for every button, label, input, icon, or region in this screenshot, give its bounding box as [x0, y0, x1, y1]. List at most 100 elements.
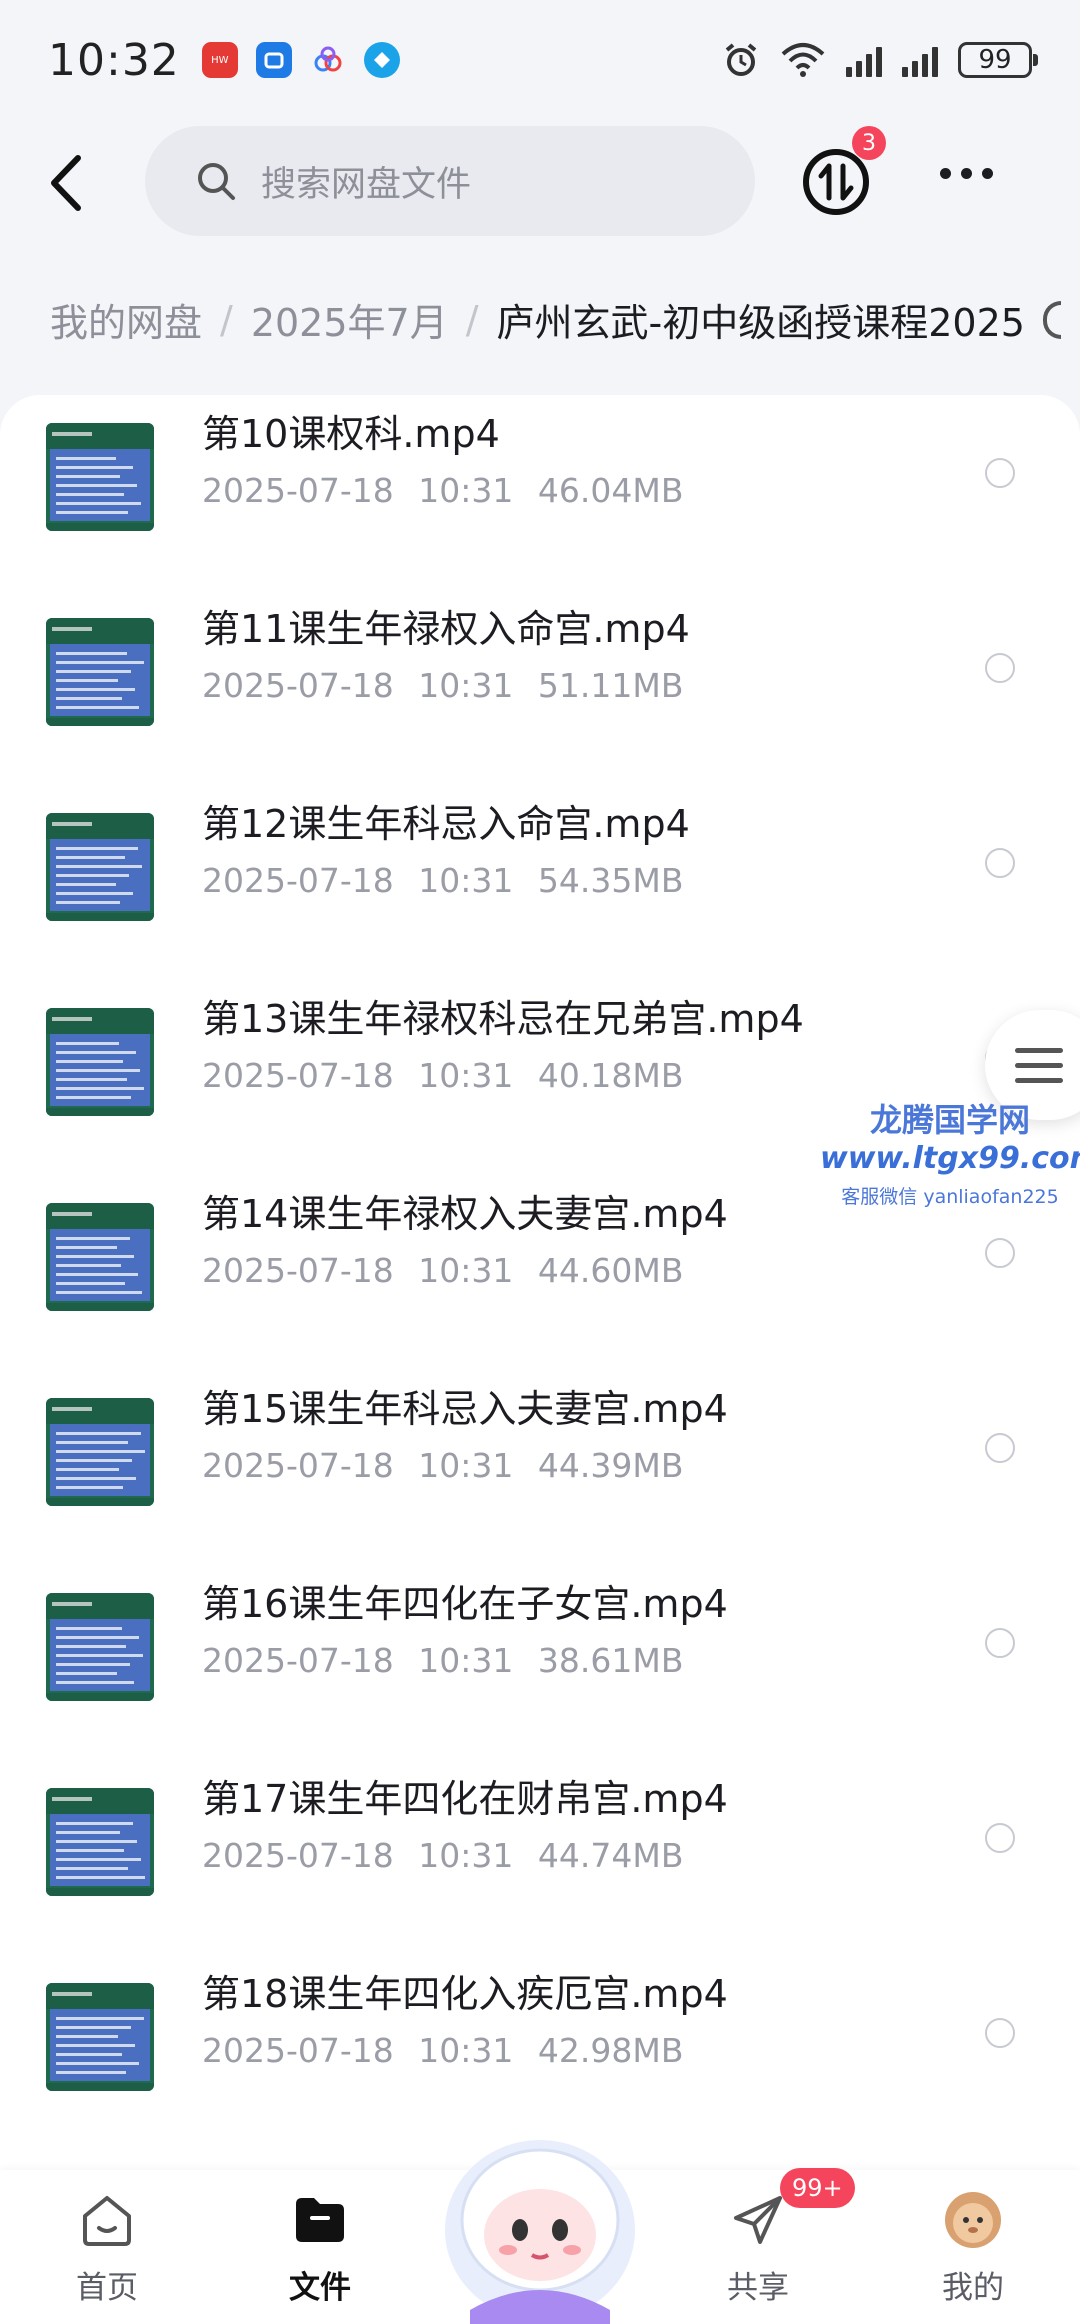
avatar: [945, 2192, 1001, 2248]
video-thumbnail: [46, 1983, 154, 2091]
select-radio[interactable]: [985, 458, 1015, 488]
file-time: 10:31: [418, 1056, 514, 1095]
status-bar: 10:32 HW 99: [0, 0, 1080, 120]
watermark: 龙腾国学网 www.ltgx99.com 客服微信 yanliaofan225: [820, 1095, 1080, 1209]
status-time: 10:32: [48, 34, 180, 86]
search-placeholder: 搜索网盘文件: [261, 164, 472, 205]
video-thumbnail: [46, 423, 154, 531]
file-size: 44.60MB: [537, 1251, 684, 1290]
video-thumbnail: [46, 1398, 154, 1506]
file-name: 第18课生年四化入疾厄宫.mp4: [202, 1972, 728, 2016]
file-date: 2025-07-18: [202, 471, 394, 510]
breadcrumb-separator: /: [220, 297, 233, 342]
alarm-icon: [725, 43, 757, 76]
browser-icon: [363, 42, 400, 78]
baidu-netdisk-icon: [310, 42, 346, 78]
file-time: 10:31: [418, 1251, 514, 1290]
select-radio[interactable]: [985, 1628, 1015, 1658]
breadcrumb-separator: /: [465, 297, 479, 342]
file-list-item[interactable]: 第17课生年四化在财帛宫.mp4 2025-07-18 10:31 44.74MB: [0, 1740, 1080, 1935]
watermark-url: www.ltgx99.com: [820, 1141, 1080, 1176]
file-meta: 2025-07-18 10:31 38.61MB: [202, 1641, 683, 1680]
file-size: 38.61MB: [537, 1641, 684, 1680]
file-size: 51.11MB: [537, 666, 684, 705]
file-list-item[interactable]: 第16课生年四化在子女宫.mp4 2025-07-18 10:31 38.61MB: [0, 1545, 1080, 1740]
watermark-title: 龙腾国学网: [869, 1101, 1030, 1139]
file-date: 2025-07-18: [202, 666, 394, 705]
file-time: 10:31: [418, 471, 514, 510]
nav-mine[interactable]: 我的: [908, 2190, 1038, 2307]
file-meta: 2025-07-18 10:31 42.98MB: [202, 2031, 683, 2070]
nav-files[interactable]: 文件: [255, 2190, 385, 2307]
nav-files-label: 文件: [289, 2270, 351, 2306]
file-meta: 2025-07-18 10:31 46.04MB: [202, 471, 683, 510]
select-radio[interactable]: [985, 848, 1015, 878]
more-options-icon[interactable]: [940, 168, 993, 179]
signal-2-icon: [902, 43, 938, 77]
file-date: 2025-07-18: [202, 1836, 394, 1875]
file-name: 第17课生年四化在财帛宫.mp4: [202, 1777, 728, 1821]
breadcrumb-overflow: [1042, 300, 1061, 339]
video-thumbnail: [46, 1203, 154, 1311]
video-thumbnail: [46, 1788, 154, 1896]
file-name: 第12课生年科忌入命宫.mp4: [202, 802, 690, 846]
breadcrumb-item-month[interactable]: 2025年7月: [251, 292, 448, 347]
file-time: 10:31: [418, 1641, 514, 1680]
file-list-item[interactable]: 第11课生年禄权入命宫.mp4 2025-07-18 10:31 51.11MB: [0, 570, 1080, 765]
search-icon: [198, 163, 235, 200]
file-date: 2025-07-18: [202, 2031, 394, 2070]
search-input[interactable]: 搜索网盘文件: [145, 126, 755, 236]
select-radio[interactable]: [985, 2018, 1015, 2048]
folder-icon: [296, 2198, 344, 2242]
file-size: 44.74MB: [537, 1836, 684, 1875]
file-time: 10:31: [418, 861, 514, 900]
signal-1-icon: [846, 43, 882, 77]
file-list-item[interactable]: 第10课权科.mp4 2025-07-18 10:31 46.04MB: [0, 395, 1080, 570]
file-time: 10:31: [418, 1446, 514, 1485]
select-radio[interactable]: [985, 653, 1015, 683]
file-time: 10:31: [418, 666, 514, 705]
file-meta: 2025-07-18 10:31 51.11MB: [202, 666, 683, 705]
file-name: 第11课生年禄权入命宫.mp4: [202, 607, 690, 651]
transfer-badge: 3: [852, 126, 886, 160]
file-name: 第10课权科.mp4: [202, 412, 500, 456]
file-name: 第13课生年禄权科忌在兄弟宫.mp4: [202, 997, 804, 1041]
select-radio[interactable]: [985, 1823, 1015, 1853]
file-meta: 2025-07-18 10:31 44.60MB: [202, 1251, 683, 1290]
file-size: 44.39MB: [537, 1446, 684, 1485]
file-date: 2025-07-18: [202, 861, 394, 900]
breadcrumb: 我的网盘 / 2025年7月 / 庐州玄武-初中级函授课程2025: [50, 292, 1080, 347]
file-list-item[interactable]: 第12课生年科忌入命宫.mp4 2025-07-18 10:31 54.35MB: [0, 765, 1080, 960]
file-date: 2025-07-18: [202, 1056, 394, 1095]
select-radio[interactable]: [985, 1433, 1015, 1463]
video-thumbnail: [46, 813, 154, 921]
file-time: 10:31: [418, 1836, 514, 1875]
file-name: 第15课生年科忌入夫妻宫.mp4: [202, 1387, 728, 1431]
video-thumbnail: [46, 1008, 154, 1116]
file-date: 2025-07-18: [202, 1446, 394, 1485]
file-name: 第16课生年四化在子女宫.mp4: [202, 1582, 728, 1626]
share-badge: 99+: [780, 2168, 855, 2208]
nav-home[interactable]: 首页: [42, 2190, 172, 2307]
notification-icons: HW: [201, 42, 400, 78]
breadcrumb-item-my-disk[interactable]: 我的网盘: [50, 292, 202, 347]
wifi-icon: [781, 43, 825, 77]
video-thumbnail: [46, 618, 154, 726]
ai-assistant-mascot[interactable]: [430, 2110, 650, 2324]
nav-share-label: 共享: [727, 2270, 789, 2306]
file-meta: 2025-07-18 10:31 44.74MB: [202, 1836, 683, 1875]
video-thumbnail: [46, 1593, 154, 1701]
file-size: 40.18MB: [537, 1056, 684, 1095]
file-name: 第14课生年禄权入夫妻宫.mp4: [202, 1192, 728, 1236]
paper-plane-icon: [734, 2196, 782, 2244]
file-list-item[interactable]: 第15课生年科忌入夫妻宫.mp4 2025-07-18 10:31 44.39MB: [0, 1350, 1080, 1545]
file-size: 46.04MB: [537, 471, 684, 510]
select-radio[interactable]: [985, 1238, 1015, 1268]
file-size: 54.35MB: [537, 861, 684, 900]
back-icon[interactable]: [40, 148, 100, 218]
file-meta: 2025-07-18 10:31 54.35MB: [202, 861, 683, 900]
pdd-icon: [255, 42, 292, 78]
file-date: 2025-07-18: [202, 1251, 394, 1290]
nav-mine-label: 我的: [942, 2270, 1004, 2306]
file-list-item[interactable]: 第18课生年四化入疾厄宫.mp4 2025-07-18 10:31 42.98MB: [0, 1935, 1080, 2130]
